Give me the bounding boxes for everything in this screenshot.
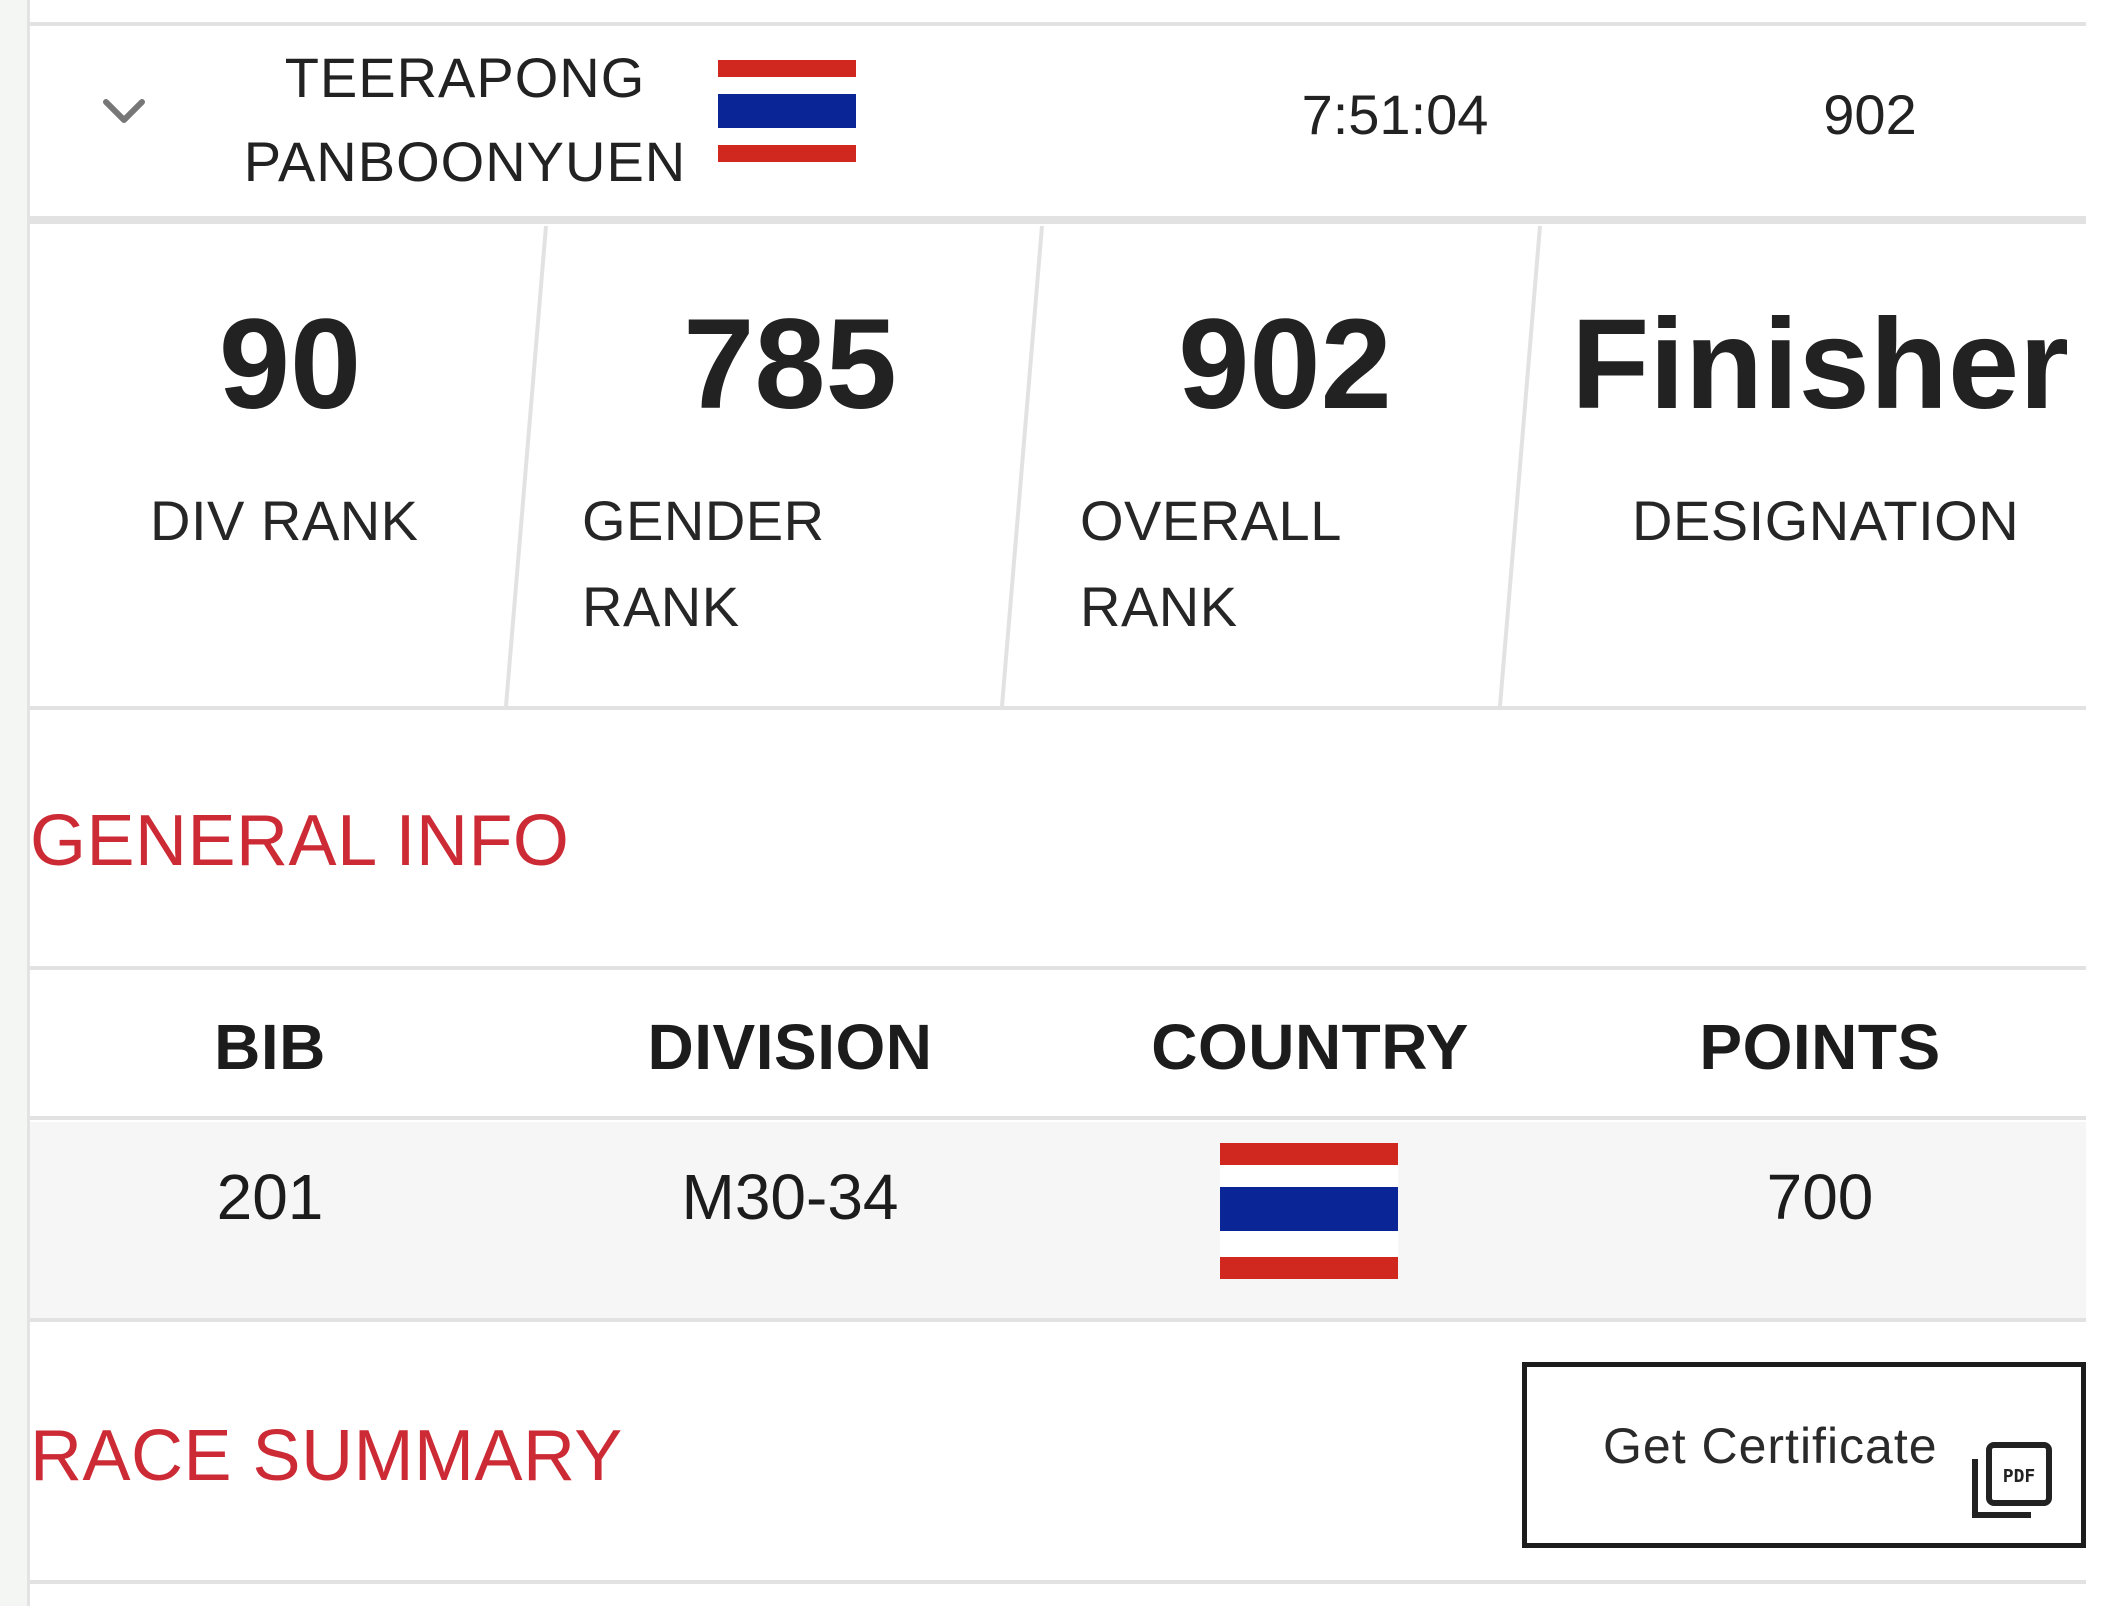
get-certificate-label: Get Certificate (1603, 1418, 1938, 1474)
gender-rank-value: 785 (683, 293, 897, 436)
get-certificate-button[interactable]: Get Certificate PDF (1522, 1362, 2086, 1548)
divider-bottom (30, 1580, 2086, 1584)
overall-rank-value: 902 (1178, 293, 1392, 436)
divider-general-info-head (30, 966, 2086, 970)
designation-label: DESIGNATION (1632, 489, 2020, 552)
svg-text:PDF: PDF (2003, 1466, 2036, 1487)
divider-info-header-row (30, 1116, 2086, 1120)
div-rank-value: 90 (218, 293, 362, 436)
division-header: DIVISION (647, 1011, 933, 1083)
thailand-flag-icon (1220, 1143, 1398, 1279)
points-header: POINTS (1699, 1011, 1941, 1083)
designation-value: Finisher (1571, 293, 2069, 436)
points-value: 700 (1766, 1161, 1874, 1233)
country-header: COUNTRY (1151, 1011, 1469, 1083)
bib-header: BIB (214, 1011, 326, 1083)
race-summary-title: RACE SUMMARY (30, 1416, 623, 1496)
overall-rank-label: OVERALL RANK (1080, 489, 1342, 638)
pdf-icon: PDF (1972, 1442, 2052, 1518)
athlete-result-page: TEERAPONG PANBOONYUEN 7:51:04 902 90 DIV… (0, 0, 2116, 1606)
bib-value: 201 (216, 1161, 324, 1233)
division-value: M30-34 (681, 1161, 899, 1233)
div-rank-label: DIV RANK (150, 489, 419, 552)
divider-info-values (30, 1318, 2086, 1322)
general-info-title: GENERAL INFO (30, 801, 570, 881)
gender-rank-label: GENDER RANK (582, 489, 825, 638)
